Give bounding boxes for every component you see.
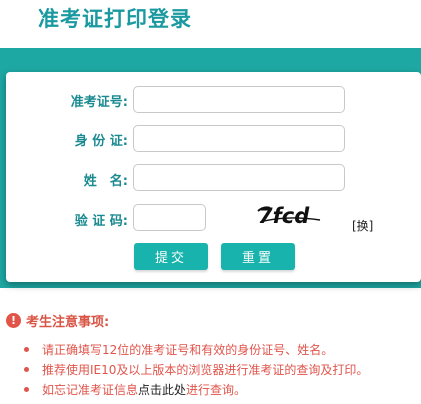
bullet-icon — [24, 367, 29, 372]
page-title: 准考证打印登录 — [38, 7, 192, 31]
bullet-icon — [24, 387, 29, 392]
reset-button[interactable]: 重置 — [221, 243, 295, 270]
ticket-number-input[interactable] — [133, 86, 345, 113]
notice-item-text: 请正确填写12位的准考证号和有效的身份证号、姓名。 — [42, 343, 334, 357]
warning-icon: ! — [6, 312, 21, 328]
notice-title: 考生注意事项: — [26, 314, 110, 330]
id-card-input[interactable] — [133, 125, 345, 152]
captcha-text: 7fcd — [258, 204, 310, 227]
notice-list: 请正确填写12位的准考证号和有效的身份证号、姓名。 推荐使用IE10及以上版本的… — [24, 340, 368, 400]
ticket-number-label: 准考证号: — [70, 95, 128, 110]
notice-item: 请正确填写12位的准考证号和有效的身份证号、姓名。 — [24, 340, 368, 360]
notice-item-text: 进行查询。 — [186, 383, 247, 397]
name-label: 姓 名: — [83, 174, 128, 189]
name-input[interactable] — [133, 164, 345, 191]
bullet-icon — [24, 347, 29, 352]
notice-item-text: 如忘记准考证信息 — [42, 383, 139, 397]
captcha-image: 7fcd — [257, 204, 321, 227]
notice-item-text: 推荐使用IE10及以上版本的浏览器进行准考证的查询及打印。 — [42, 363, 369, 377]
submit-button[interactable]: 提交 — [134, 243, 208, 270]
notice-item: 如忘记准考证信息点击此处进行查询。 — [24, 380, 368, 400]
notice-header: ! 考生注意事项: — [6, 311, 110, 330]
captcha-input[interactable] — [133, 204, 206, 231]
refresh-captcha-link[interactable]: [换] — [352, 217, 373, 234]
lookup-link[interactable]: 点击此处 — [138, 383, 186, 397]
notice-item: 推荐使用IE10及以上版本的浏览器进行准考证的查询及打印。 — [24, 360, 368, 380]
id-card-label: 身 份 证: — [74, 134, 128, 149]
captcha-label: 验 证 码: — [74, 214, 128, 229]
